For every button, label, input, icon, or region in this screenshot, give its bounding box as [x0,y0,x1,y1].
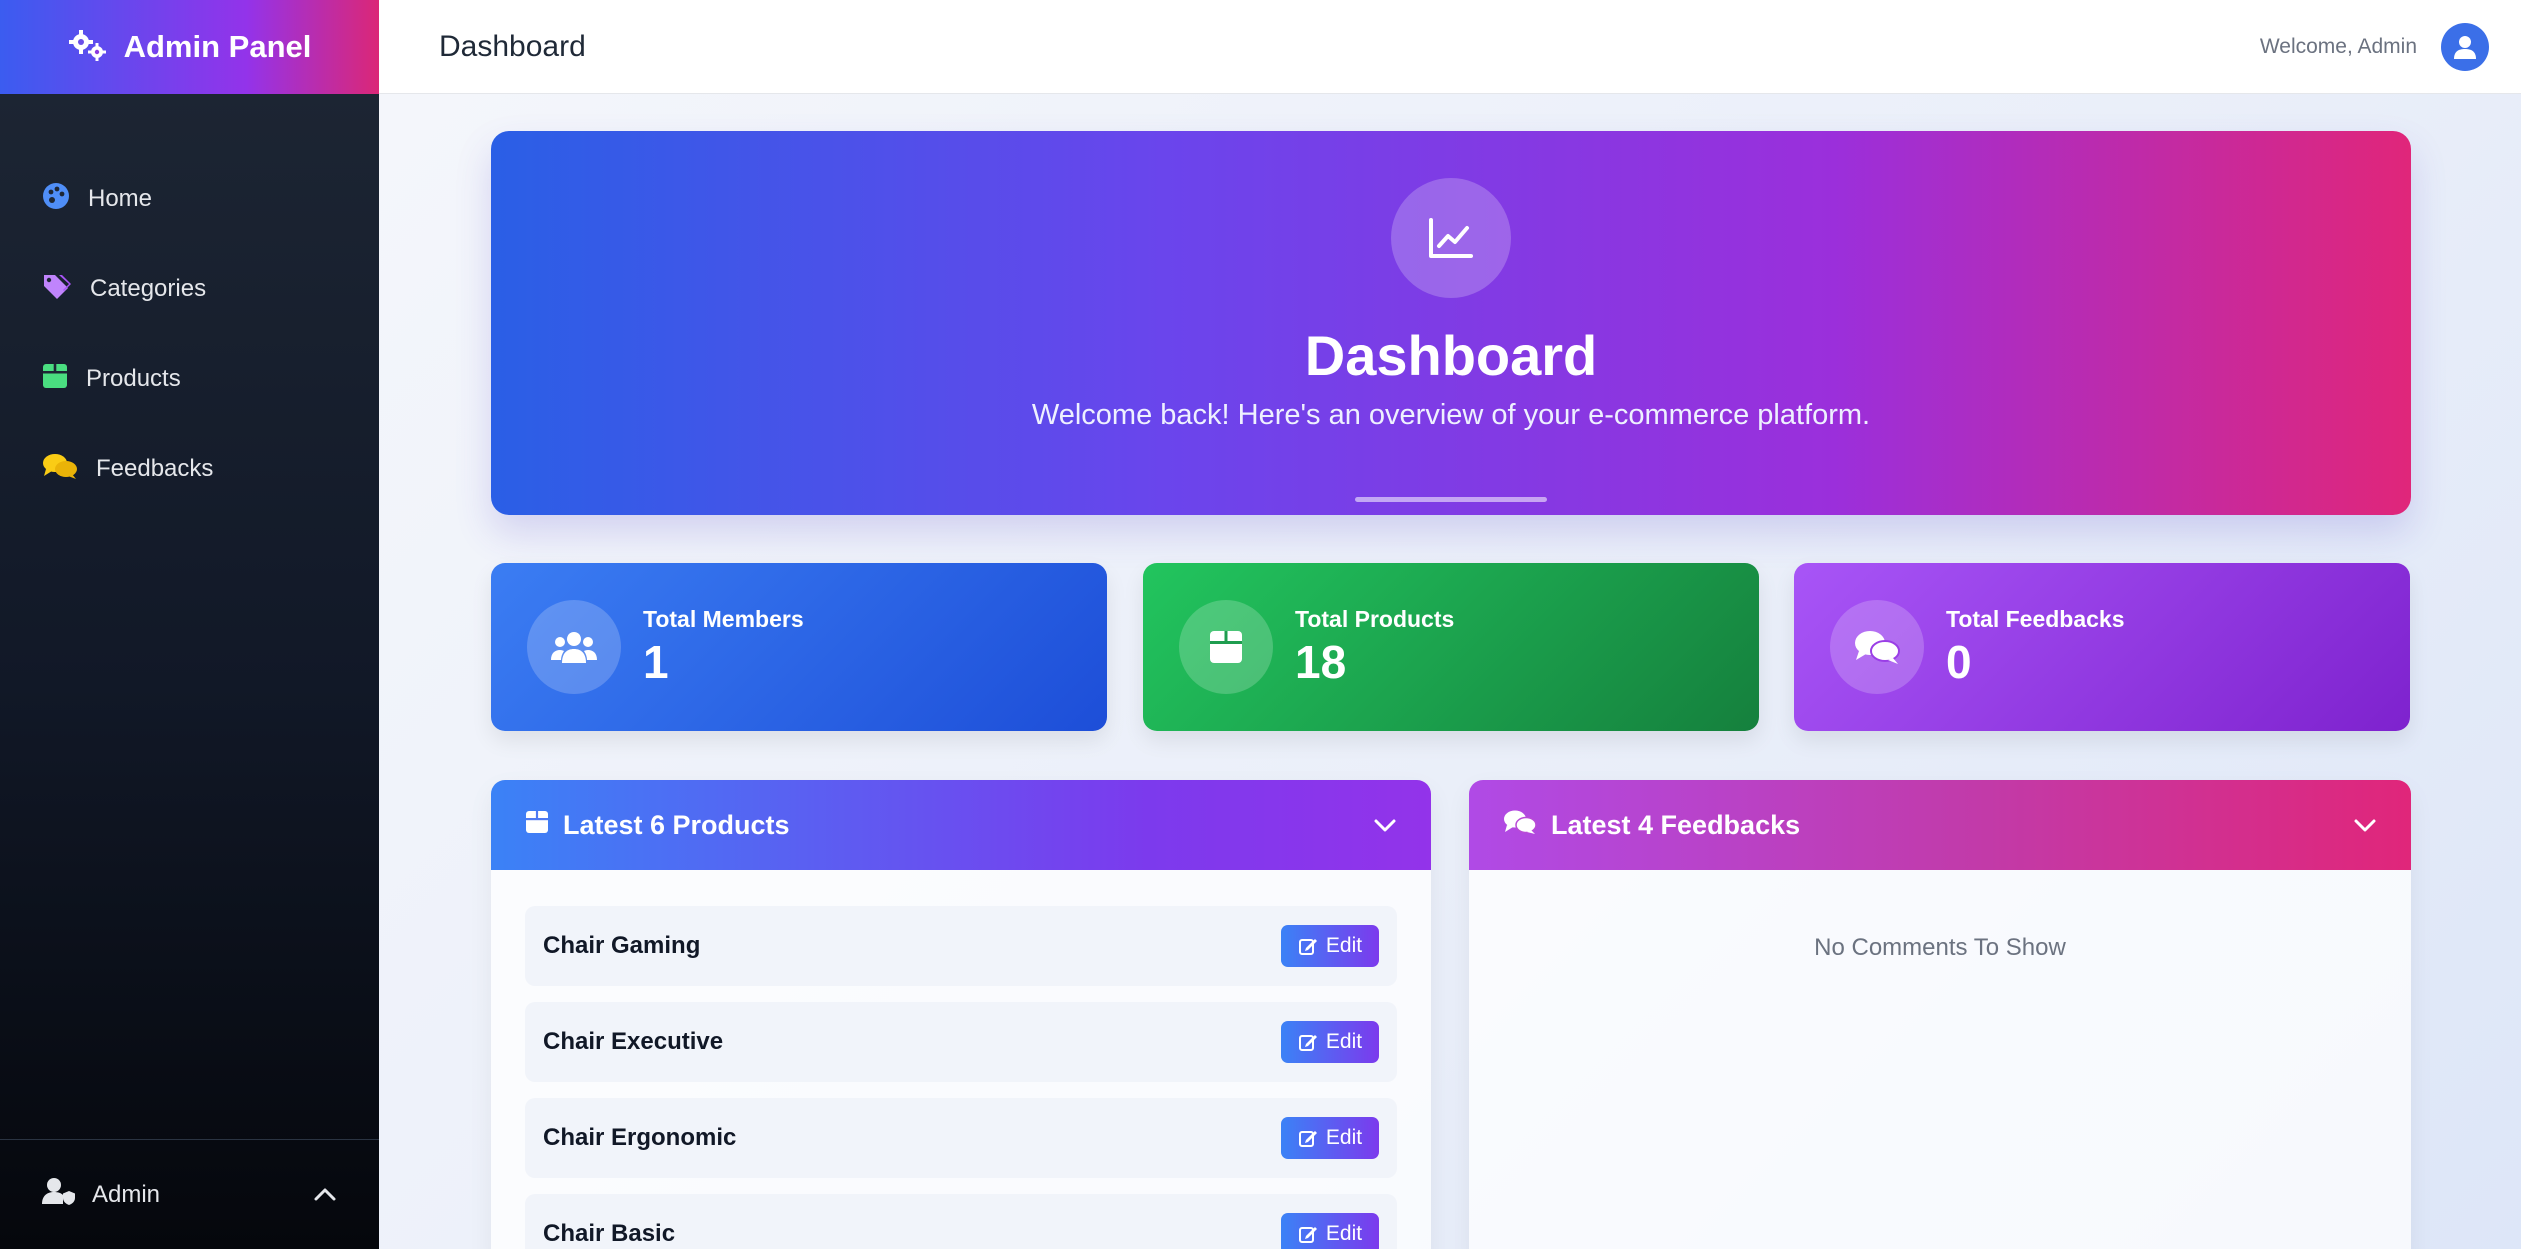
box-icon [525,810,549,841]
product-list: Chair Gaming Edit Chair Executive Edit C… [491,870,1431,1249]
stat-value: 0 [1946,635,1972,688]
comments-icon [1503,809,1537,842]
edit-button[interactable]: Edit [1281,1213,1379,1249]
stat-value: 1 [643,635,669,688]
edit-icon [1298,1131,1317,1147]
list-item: Chair Basic Edit [525,1194,1397,1249]
user-icon [2454,35,2476,59]
hero-banner: Dashboard Welcome back! Here's an overvi… [491,131,2411,515]
stat-label: Total Members [643,605,804,632]
edit-button[interactable]: Edit [1281,925,1379,967]
topbar: Dashboard Welcome, Admin [379,0,2521,94]
empty-state-message: No Comments To Show [1814,934,2066,961]
panel-title: Latest 6 Products [563,809,790,840]
stat-value: 18 [1295,635,1347,688]
hero-title: Dashboard [1304,324,1598,387]
list-item: Chair Ergonomic Edit [525,1098,1397,1178]
sidebar-item-label: Categories [90,275,207,302]
list-item: Chair Gaming Edit [525,906,1397,986]
tags-icon [42,273,72,306]
latest-feedbacks-header[interactable]: Latest 4 Feedbacks [1469,780,2411,870]
edit-label: Edit [1325,1222,1363,1245]
product-name: Chair Gaming [543,932,701,959]
stat-card-products[interactable]: Total Products 18 [1143,563,1759,731]
product-name: Chair Executive [543,1028,724,1055]
latest-feedbacks-panel: Latest 4 Feedbacks No Comments To Show [1469,780,2411,1249]
comments-icon [42,452,78,487]
palette-icon [42,182,70,217]
edit-icon [1298,1227,1317,1243]
panel-title: Latest 4 Feedbacks [1551,809,1801,840]
main-content: Dashboard Welcome back! Here's an overvi… [379,94,2521,1249]
sidebar-item-feedbacks[interactable]: Feedbacks [0,424,379,514]
product-name: Chair Basic [543,1220,676,1247]
chevron-down-icon[interactable] [2353,810,2377,841]
sidebar-item-label: Feedbacks [96,455,214,482]
sidebar: Admin Panel Home Categories Products Fee… [0,0,379,1249]
user-shield-icon [42,1177,76,1212]
brand[interactable]: Admin Panel [0,0,379,94]
product-name: Chair Ergonomic [543,1124,737,1151]
box-icon [42,363,68,396]
list-item: Chair Executive Edit [525,1002,1397,1082]
stat-card-feedbacks[interactable]: Total Feedbacks 0 [1794,563,2410,731]
comments-icon [1830,600,1924,694]
sidebar-item-home[interactable]: Home [0,154,379,244]
page-title: Dashboard [439,29,586,63]
gears-icon [68,29,108,66]
chevron-up-icon[interactable] [313,1181,337,1209]
edit-button[interactable]: Edit [1281,1117,1379,1159]
edit-button[interactable]: Edit [1281,1021,1379,1063]
edit-label: Edit [1325,934,1363,957]
latest-products-panel: Latest 6 Products Chair Gaming Edit Chai… [491,780,1431,1249]
sidebar-item-label: Products [86,365,181,392]
chevron-down-icon[interactable] [1373,810,1397,841]
users-icon [527,600,621,694]
welcome-text: Welcome, Admin [2259,34,2417,58]
latest-products-header[interactable]: Latest 6 Products [491,780,1431,870]
stat-label: Total Products [1295,605,1455,632]
sidebar-user-menu[interactable]: Admin [0,1139,379,1249]
edit-icon [1298,1035,1317,1051]
edit-icon [1298,939,1317,955]
avatar[interactable] [2441,22,2489,71]
hero-divider [1355,497,1547,502]
brand-title: Admin Panel [123,29,312,64]
edit-label: Edit [1325,1126,1363,1149]
chart-line-icon [1391,178,1511,298]
sidebar-item-products[interactable]: Products [0,334,379,424]
sidebar-user-label: Admin [92,1180,161,1208]
stat-card-members[interactable]: Total Members 1 [491,563,1107,731]
sidebar-item-categories[interactable]: Categories [0,244,379,334]
stat-label: Total Feedbacks [1946,605,2125,632]
hero-subtitle: Welcome back! Here's an overview of your… [1031,399,1871,431]
edit-label: Edit [1325,1030,1363,1053]
box-icon [1179,600,1273,694]
sidebar-nav: Home Categories Products Feedbacks [0,154,379,514]
sidebar-item-label: Home [88,185,153,212]
